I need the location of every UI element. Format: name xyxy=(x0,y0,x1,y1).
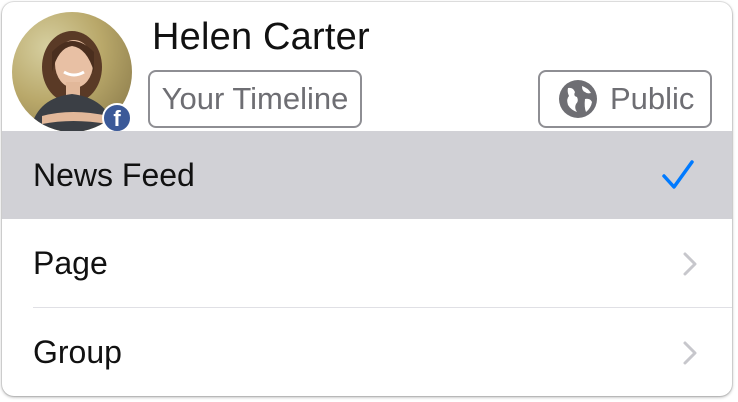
checkmark-icon xyxy=(662,160,694,189)
menu-item-group[interactable]: Group xyxy=(2,308,732,396)
share-destination-card: f Helen Carter Your Timeline Public News… xyxy=(2,2,732,396)
profile-header: f Helen Carter Your Timeline Public xyxy=(2,2,732,133)
your-timeline-label: Your Timeline xyxy=(161,81,349,116)
facebook-badge-icon: f xyxy=(102,103,132,133)
menu-item-label: Group xyxy=(33,334,122,370)
your-timeline-button[interactable]: Your Timeline xyxy=(148,70,362,128)
audience-public-button[interactable]: Public xyxy=(538,70,712,128)
menu-item-label: News Feed xyxy=(33,157,195,193)
menu-item-news-feed[interactable]: News Feed xyxy=(2,131,732,219)
user-name: Helen Carter xyxy=(152,16,370,58)
menu-item-label: Page xyxy=(33,245,108,281)
menu-item-page[interactable]: Page xyxy=(2,219,732,307)
chevron-right-icon xyxy=(683,252,697,276)
chevron-right-icon xyxy=(683,341,697,365)
globe-icon xyxy=(558,79,598,119)
audience-label: Public xyxy=(610,81,695,116)
